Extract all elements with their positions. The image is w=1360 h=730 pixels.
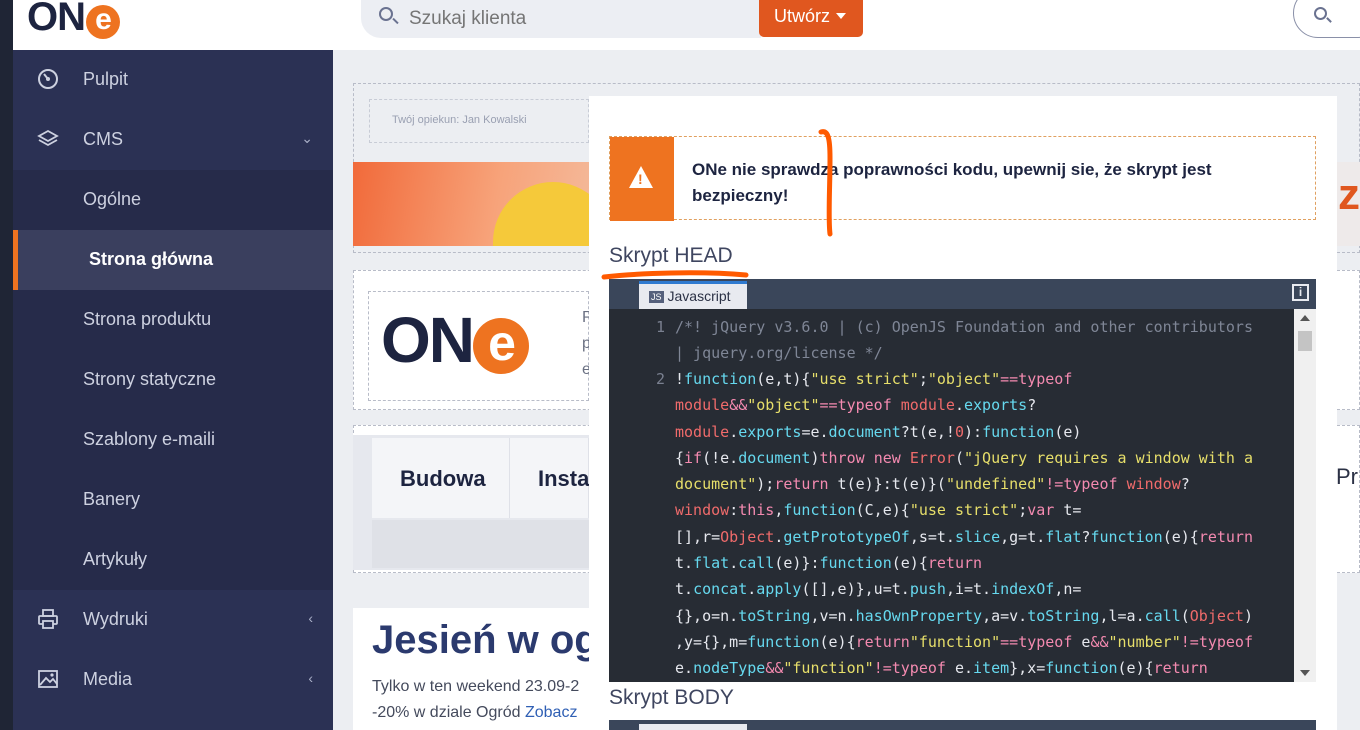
sidebar-item-artykuly[interactable]: Artykuły [13,530,333,590]
app-logo[interactable]: ON e [27,0,120,39]
logo-e-mark: e [86,5,120,39]
search-icon [1314,7,1327,20]
create-button-label: Utwórz [774,6,831,26]
sidebar-item-pulpit[interactable]: Pulpit [13,50,333,110]
code-line: t.concat.apply([],e)},u=t.push,i=t.index… [675,580,1082,598]
code-line: {if(!e.document)throw new Error("jQuery … [675,449,1253,467]
sidebar-item-banery[interactable]: Banery [13,470,333,530]
sidebar-item-label: Strony statyczne [83,369,217,389]
sidebar-item-cms[interactable]: CMS ⌄ [13,110,333,170]
code-line: window:this,function(C,e){"use strict";v… [675,501,1082,519]
code-line: {},o=n.toString,v=n.hasOwnProperty,a=v.t… [675,607,1253,625]
code-line: e.nodeType&&"function"!=typeof e.item},x… [675,659,1208,677]
client-search[interactable] [361,0,761,38]
sidebar-item-wydruki[interactable]: Wydruki ‹ [13,590,333,650]
promo-text-prefix: -20% w dziale Ogród [372,704,525,721]
tab-instalacje[interactable]: Insta [510,438,589,518]
promo-text-2: -20% w dziale Ogród Zobacz [372,704,577,722]
code-line: t.flat.call(e)}:function(e){return [675,554,983,572]
warning-icon [629,166,653,188]
line-number: 1 [655,318,665,336]
info-icon[interactable]: i [1292,284,1309,301]
sidebar-item-label: Strona główna [89,249,214,269]
scroll-down-icon[interactable] [1300,670,1310,676]
promo-link[interactable]: Zobacz [525,704,577,721]
sidebar-item-szablony-e-maili[interactable]: Szablony e-maili [13,410,333,470]
code-line: module&&"object"==typeof module.exports? [675,396,1037,414]
annotation-underline [601,270,749,280]
banner-text-fragment: z [1338,170,1360,219]
annotation-vertical-stroke [818,129,833,237]
sidebar-item-label: Wydruki [83,609,148,629]
store-logo-e-mark: e [473,318,529,374]
body-script-title: Skrypt BODY [609,686,734,709]
tab-content-placeholder [372,520,589,568]
code-line: document");return t(e)}:t(e)}("undefined… [675,475,1190,493]
promo-text: Tylko w ten weekend 23.09-2 [372,678,580,695]
logo-text: ON [27,0,86,39]
code-line: [],r=Object.getPrototypeOf,s=t.slice,g=t… [675,528,1253,546]
global-search-button[interactable] [1293,0,1360,38]
tab-fragment-right: Pr [1336,464,1358,489]
layers-icon [37,128,59,150]
code-line: /*! jQuery v3.6.0 | (c) OpenJS Foundatio… [675,318,1253,336]
sidebar-item-strona-produktu[interactable]: Strona produktu [13,290,333,350]
tab-budowa[interactable]: Budowa [372,438,510,518]
create-button[interactable]: Utwórz [759,0,863,37]
sidebar-item-ogolne[interactable]: Ogólne [13,170,333,230]
chevron-left-icon: ‹ [308,670,313,686]
sidebar-item-media[interactable]: Media ‹ [13,650,333,710]
promo-title: Jesień w og [372,618,599,662]
sidebar-item-label: Banery [83,489,141,509]
editor-scrollbar[interactable] [1294,309,1316,682]
tab-label: Budowa [400,466,486,491]
client-search-input[interactable] [409,8,739,30]
sidebar-item-label: Szablony e-maili [83,429,216,449]
line-number: 2 [655,370,665,388]
sidebar-item-label: CMS [83,129,123,149]
sidebar-item-label: Pulpit [83,69,129,89]
store-logo-text: ON [381,304,475,376]
chevron-down-icon: ⌄ [301,130,313,146]
account-manager-select[interactable]: Twój opiekun: Jan Kowalski [369,99,589,143]
warning-alert: ONe nie sprawdza poprawności kodu, upewn… [609,136,1316,221]
sidebar-item-strona-glowna[interactable]: Strona główna [13,230,333,290]
image-icon [37,668,59,690]
editor-tab-label: Javascript [667,288,731,304]
code-line: | jquery.org/license */ [675,344,883,362]
printer-icon [37,608,59,630]
head-script-editor[interactable]: 1 2 /*! jQuery v3.6.0 | (c) OpenJS Found… [609,309,1294,682]
warning-icon-box [610,137,674,221]
store-logo: ON e [381,308,529,374]
sidebar-item-label: Strona produktu [83,309,212,329]
sidebar-item-label: Artykuły [83,549,148,569]
sidebar-item-label: Media [83,669,133,689]
sidebar-item-strony-statyczne[interactable]: Strony statyczne [13,350,333,410]
tab-label: Insta [538,466,590,491]
code-line: ,y={},m=function(e){return"function"==ty… [675,633,1253,651]
javascript-icon: JS [649,291,664,303]
warning-text: ONe nie sprawdza poprawności kodu, upewn… [692,160,1212,205]
sidebar: Pulpit CMS ⌄ Ogólne Strona główna Strona… [13,50,333,730]
chevron-left-icon: ‹ [308,610,313,626]
code-line: !function(e,t){"use strict";"object"==ty… [675,370,1073,388]
code-line: module.exports=e.document?t(e,!0):functi… [675,423,1082,441]
search-icon [379,7,393,21]
scroll-up-icon[interactable] [1300,315,1310,321]
scrollbar-thumb[interactable] [1298,331,1312,351]
dashboard-gauge-icon [37,68,59,90]
left-edge-strip [0,0,13,730]
hero-banner [353,162,589,246]
chevron-down-icon [836,13,847,19]
sidebar-item-label: Ogólne [83,189,142,209]
body-script-editor-toolbar [609,720,1316,730]
account-manager-label: Twój opiekun: Jan Kowalski [392,114,527,126]
